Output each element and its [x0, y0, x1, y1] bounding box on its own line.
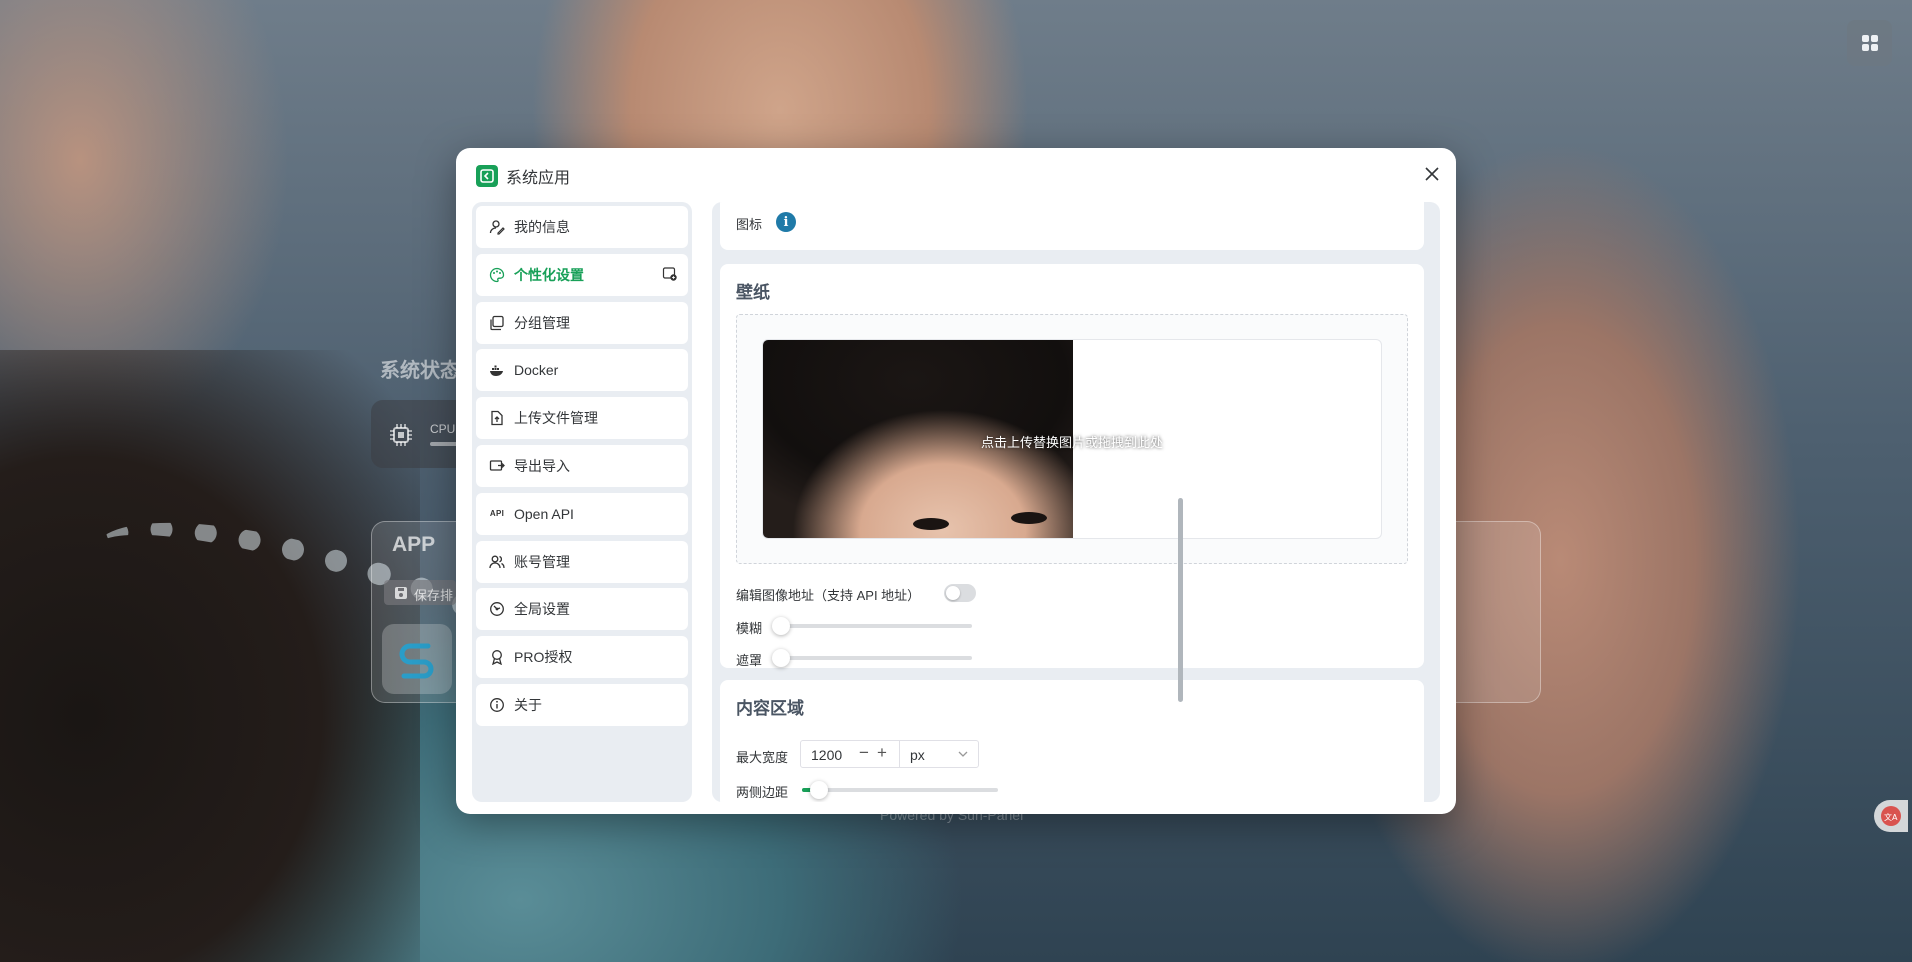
- chevron-down-icon: [958, 751, 968, 757]
- icon-settings-card: 图标 i: [720, 202, 1424, 250]
- blur-label: 模糊: [736, 621, 763, 636]
- system-apps-modal: 系统应用 我的信息 个性化设置 分组管理 Docker 上传文件管理 导出导入 …: [456, 148, 1456, 814]
- edit-image-url-label: 编辑图像地址（支持 API 地址）: [736, 588, 921, 603]
- cpu-icon: [390, 424, 412, 446]
- sidebar-item-label: 导出导入: [514, 457, 570, 474]
- mask-slider-thumb[interactable]: [772, 649, 790, 667]
- user-edit-icon: [488, 218, 506, 236]
- translate-button[interactable]: 文A: [1874, 800, 1908, 832]
- content-scrollbar[interactable]: [1178, 498, 1183, 702]
- upload-hint-text: 点击上传替换图片或拖拽到此处: [980, 435, 1163, 450]
- wallpaper-section-title: 壁纸: [736, 283, 770, 302]
- sidebar-item-label: 我的信息: [514, 219, 570, 235]
- close-icon[interactable]: [1422, 164, 1442, 184]
- svg-text:文A: 文A: [1884, 812, 1898, 822]
- sidebar-item-label: 关于: [514, 696, 542, 713]
- sidebar-item-label: 全局设置: [514, 601, 570, 618]
- max-width-value: 1200: [811, 747, 843, 763]
- side-margin-label: 两侧边距: [736, 785, 789, 800]
- edit-image-url-toggle[interactable]: [944, 584, 976, 602]
- file-upload-icon: [488, 409, 506, 427]
- info-circle-icon: [488, 696, 506, 714]
- mask-label: 遮罩: [736, 653, 763, 668]
- decrement-button[interactable]: −: [859, 743, 869, 763]
- cpu-label: CPU: [430, 422, 456, 436]
- layers-icon: [488, 314, 506, 332]
- blur-slider-thumb[interactable]: [772, 617, 790, 635]
- sun-panel-logo-icon: [399, 643, 434, 679]
- system-app-logo-icon: [476, 165, 498, 187]
- app-tile[interactable]: [382, 624, 452, 694]
- app-launcher-button[interactable]: [1847, 20, 1892, 66]
- import-export-icon: [488, 457, 506, 475]
- sidebar-item-import-export[interactable]: 导出导入: [476, 444, 688, 487]
- badge-icon: [488, 648, 506, 666]
- content-area-section-title: 内容区域: [736, 699, 804, 718]
- wallpaper-preview-image[interactable]: 点击上传替换图片或拖拽到此处: [762, 339, 1382, 539]
- sidebar-item-group-management[interactable]: 分组管理: [476, 301, 688, 344]
- sidebar-item-my-info[interactable]: 我的信息: [476, 206, 688, 248]
- settings-sidebar: 我的信息 个性化设置 分组管理 Docker 上传文件管理 导出导入 API O…: [472, 202, 692, 802]
- settings-content-panel: 图标 i 壁纸 点击上传替换图片或拖拽到此处 编辑图像地址（支持 API 地址）…: [712, 202, 1440, 802]
- blur-slider[interactable]: [772, 617, 972, 635]
- toggle-knob: [946, 586, 960, 600]
- sidebar-item-personalization[interactable]: 个性化设置: [476, 253, 688, 296]
- modal-title: 系统应用: [506, 170, 571, 187]
- wallpaper-settings-card: 壁纸 点击上传替换图片或拖拽到此处 编辑图像地址（支持 API 地址） 模糊 遮…: [720, 264, 1424, 668]
- grid-icon: [1861, 35, 1878, 51]
- sidebar-item-label: Docker: [514, 362, 559, 379]
- users-icon: [488, 553, 506, 571]
- save-icon: [395, 587, 407, 599]
- docker-whale-icon: [488, 361, 506, 379]
- app-section-title: APP: [392, 533, 436, 556]
- info-icon[interactable]: i: [776, 212, 796, 232]
- sidebar-item-label: Open API: [514, 505, 574, 522]
- unit-value: px: [910, 747, 925, 763]
- sidebar-item-label: PRO授权: [514, 649, 573, 666]
- mask-slider[interactable]: [772, 649, 972, 667]
- translate-icon: 文A: [1881, 806, 1901, 826]
- max-width-input[interactable]: 1200 − +: [800, 740, 900, 768]
- wallpaper-upload-area[interactable]: 点击上传替换图片或拖拽到此处: [736, 314, 1408, 564]
- sidebar-item-pro-license[interactable]: PRO授权: [476, 636, 688, 679]
- preview-eye-right: [1011, 512, 1047, 524]
- sidebar-item-open-api[interactable]: API Open API: [476, 492, 688, 535]
- sidebar-item-account-management[interactable]: 账号管理: [476, 540, 688, 583]
- increment-button[interactable]: +: [877, 743, 887, 763]
- side-margin-slider[interactable]: [802, 781, 998, 799]
- content-area-settings-card: 内容区域 最大宽度 1200 − + px 两侧边距: [720, 680, 1424, 802]
- sidebar-item-docker[interactable]: Docker: [476, 349, 688, 392]
- max-width-label: 最大宽度: [736, 750, 789, 765]
- open-window-icon[interactable]: [662, 266, 678, 285]
- modal-header: 系统应用: [456, 148, 1456, 200]
- sidebar-item-label: 上传文件管理: [514, 410, 598, 427]
- sidebar-item-label: 个性化设置: [514, 266, 584, 283]
- sidebar-item-about[interactable]: 关于: [476, 683, 688, 726]
- settings-icon: [488, 600, 506, 618]
- side-margin-slider-thumb[interactable]: [810, 781, 828, 799]
- max-width-unit-select[interactable]: px: [899, 740, 979, 768]
- preview-eye-left: [913, 518, 949, 530]
- palette-icon: [488, 266, 506, 284]
- sidebar-item-label: 账号管理: [514, 553, 570, 570]
- sidebar-item-label: 分组管理: [514, 314, 570, 331]
- sidebar-item-global-settings[interactable]: 全局设置: [476, 588, 688, 631]
- api-icon: API: [489, 509, 505, 519]
- dashboard-title: 系统状态: [380, 360, 460, 382]
- icon-label: 图标: [736, 217, 763, 232]
- sidebar-item-upload-files[interactable]: 上传文件管理: [476, 397, 688, 440]
